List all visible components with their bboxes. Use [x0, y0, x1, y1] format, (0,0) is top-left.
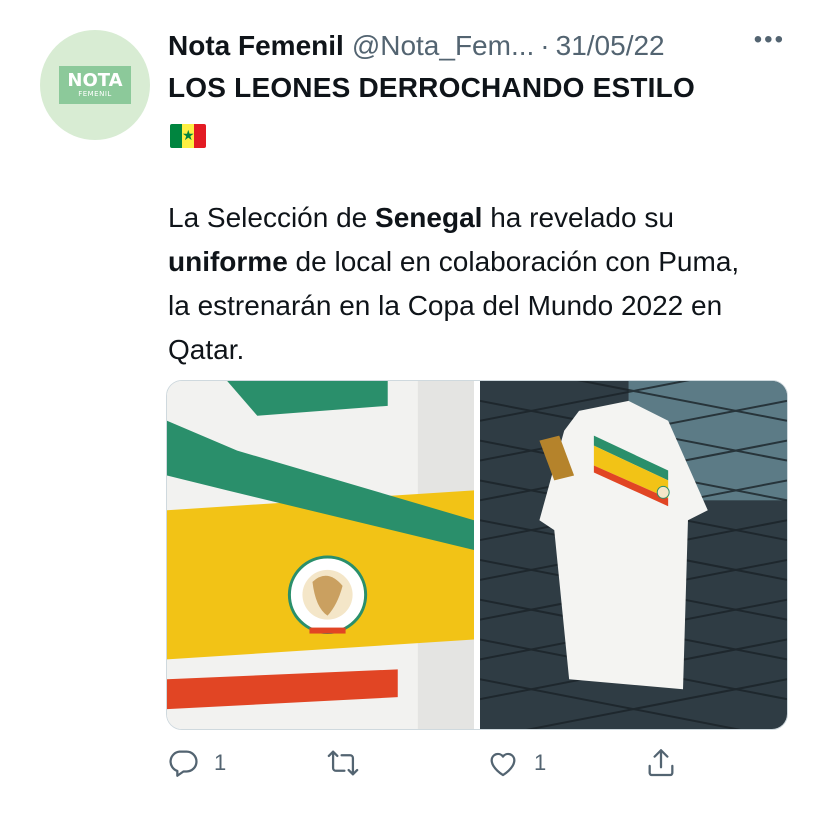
jersey-on-fence-photo[interactable] — [480, 381, 787, 729]
header-separator: · — [540, 30, 550, 61]
body-bold-senegal: Senegal — [375, 202, 483, 233]
like-count: 1 — [534, 750, 547, 775]
tweet-actions: 1 1 — [166, 746, 696, 790]
jersey-closeup-photo[interactable] — [167, 381, 474, 729]
heart-icon — [490, 752, 516, 777]
body-bold-uniforme: uniforme — [168, 246, 288, 277]
avatar-logo-subtext: FEMENIL — [78, 90, 112, 98]
display-name[interactable]: Nota Femenil — [168, 30, 344, 62]
more-options-icon[interactable]: ••• — [754, 26, 785, 54]
share-button[interactable] — [644, 746, 678, 780]
avatar-logo: NOTA FEMENIL — [59, 66, 131, 104]
reply-button[interactable]: 1 — [166, 746, 226, 780]
tweet-body: La Selección de Senegal ha revelado su u… — [168, 196, 768, 372]
body-text-part: ha revelado su — [482, 202, 674, 233]
reply-count: 1 — [214, 750, 227, 775]
tweet-headline: LOS LEONES DERROCHANDO ESTILO — [168, 72, 695, 103]
reply-icon — [169, 750, 198, 777]
body-text-part: La Selección de — [168, 202, 376, 233]
like-button[interactable]: 1 — [486, 746, 546, 780]
user-handle[interactable]: @Nota_Fem... — [352, 30, 534, 62]
avatar[interactable]: NOTA FEMENIL — [40, 30, 150, 140]
senegal-flag-icon: ★ — [170, 124, 206, 148]
tweet-header: Nota Femenil @Nota_Fem... · 31/05/22 — [168, 26, 809, 66]
tweet-date[interactable]: 31/05/22 — [556, 30, 665, 62]
avatar-logo-text: NOTA — [67, 70, 123, 91]
share-icon — [648, 749, 674, 777]
retweet-button[interactable] — [326, 746, 374, 780]
tweet-media — [166, 380, 788, 730]
retweet-icon — [327, 750, 359, 776]
